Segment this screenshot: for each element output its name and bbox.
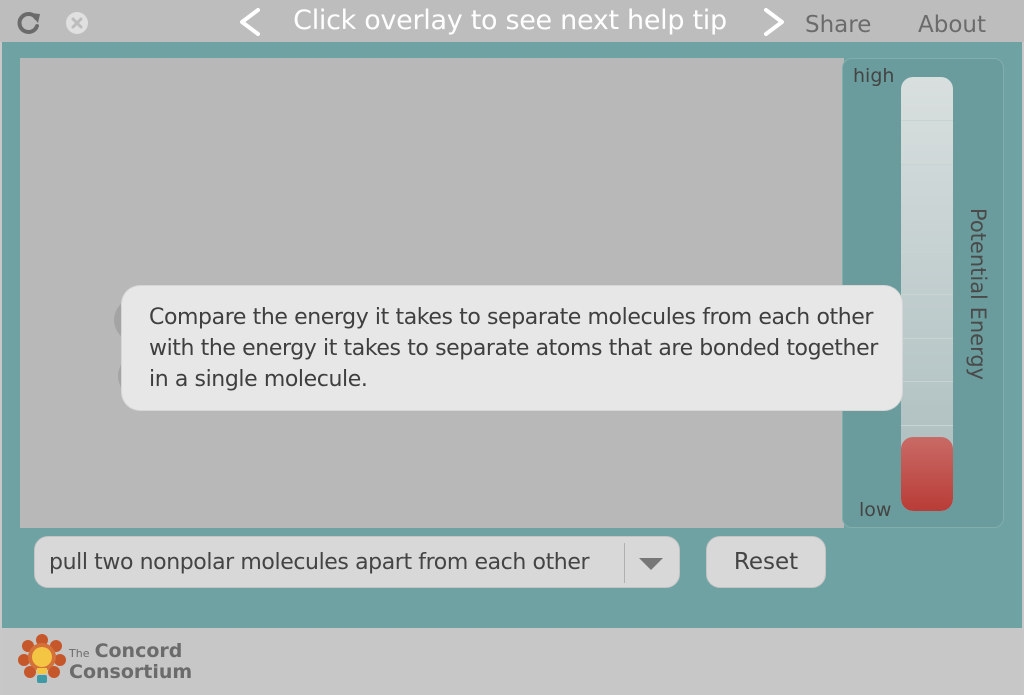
- energy-bar-fill: [901, 437, 953, 511]
- energy-bar-tick: [901, 425, 953, 426]
- reload-icon[interactable]: [16, 10, 42, 36]
- logo-concord-text: Concord: [94, 640, 183, 662]
- top-bar: Click overlay to see next help tip Share…: [0, 0, 1024, 42]
- energy-bar-tick: [901, 251, 953, 252]
- help-tip-title[interactable]: Click overlay to see next help tip: [270, 3, 750, 39]
- share-link[interactable]: Share: [805, 12, 871, 38]
- energy-axis-label-container: Potential Energy: [958, 199, 998, 389]
- energy-bar-tick: [901, 294, 953, 295]
- interaction-select-value: pull two nonpolar molecules apart from e…: [49, 550, 590, 575]
- previous-tip-button[interactable]: [234, 4, 264, 40]
- energy-bar-tick: [901, 381, 953, 382]
- concord-logo-text: The Concord Consortium: [69, 640, 193, 683]
- energy-high-label: high: [853, 65, 895, 87]
- help-overlay[interactable]: Compare the energy it takes to separate …: [122, 286, 902, 410]
- chevron-down-icon[interactable]: [639, 557, 663, 576]
- next-tip-button[interactable]: [760, 4, 790, 40]
- reset-button[interactable]: Reset: [706, 536, 826, 588]
- energy-bar-tick: [901, 164, 953, 165]
- select-divider: [624, 543, 625, 583]
- concord-logo-icon: [16, 632, 68, 688]
- close-icon[interactable]: [66, 12, 88, 34]
- energy-bar-track: [901, 77, 953, 511]
- about-link[interactable]: About: [918, 12, 986, 38]
- logo-the-text: The: [69, 647, 90, 660]
- energy-low-label: low: [859, 499, 892, 521]
- footer: The Concord Consortium: [0, 628, 1024, 695]
- logo-consortium-text: Consortium: [69, 661, 193, 683]
- help-overlay-text: Compare the energy it takes to separate …: [149, 305, 878, 392]
- energy-bar-tick: [901, 120, 953, 121]
- energy-axis-label: Potential Energy: [966, 207, 990, 381]
- energy-bar-tick: [901, 207, 953, 208]
- interaction-select[interactable]: pull two nonpolar molecules apart from e…: [34, 536, 680, 588]
- energy-bar-tick: [901, 338, 953, 339]
